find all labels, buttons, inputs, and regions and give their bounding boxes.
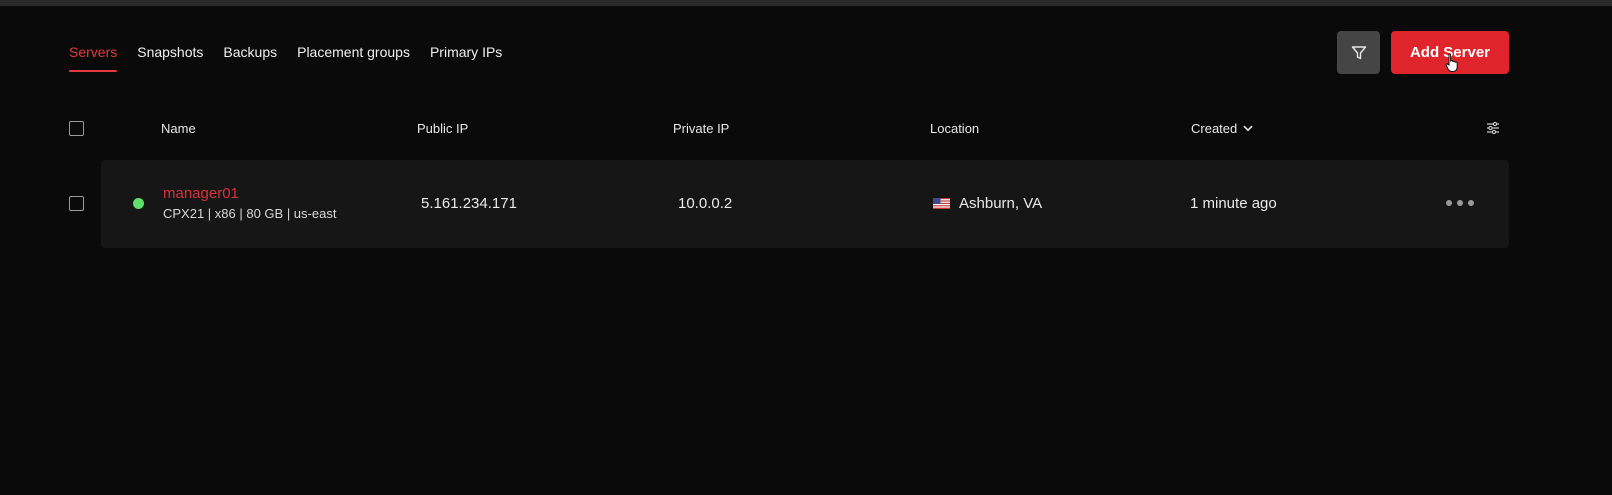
tab-servers[interactable]: Servers xyxy=(69,44,118,72)
table-row[interactable] xyxy=(101,160,1509,248)
public-ip-value: 5.161.234.171 xyxy=(421,195,517,212)
column-header-created[interactable]: Created xyxy=(1191,121,1253,136)
column-header-private-ip[interactable]: Private IP xyxy=(673,121,729,136)
location-value: Ashburn, VA xyxy=(959,195,1043,212)
more-actions-icon[interactable] xyxy=(1446,196,1476,210)
us-flag-icon xyxy=(933,198,950,209)
column-settings-icon[interactable] xyxy=(1486,121,1500,135)
filter-button[interactable] xyxy=(1337,31,1380,74)
top-bar xyxy=(0,0,1612,6)
server-name-link[interactable]: manager01 xyxy=(163,185,239,202)
select-all-checkbox[interactable] xyxy=(69,121,84,136)
hand-cursor-icon xyxy=(1445,53,1458,72)
column-header-name[interactable]: Name xyxy=(161,121,196,136)
tab-backups[interactable]: Backups xyxy=(223,44,277,72)
tab-primary-ips[interactable]: Primary IPs xyxy=(430,44,502,72)
filter-icon xyxy=(1351,45,1366,59)
column-header-public-ip[interactable]: Public IP xyxy=(417,121,468,136)
tab-snapshots[interactable]: Snapshots xyxy=(137,44,203,72)
tab-bar: Servers Snapshots Backups Placement grou… xyxy=(69,44,502,72)
status-indicator xyxy=(133,198,144,209)
row-checkbox[interactable] xyxy=(69,196,84,211)
created-value: 1 minute ago xyxy=(1190,195,1277,212)
tab-placement-groups[interactable]: Placement groups xyxy=(297,44,410,72)
location-cell: Ashburn, VA xyxy=(933,195,1042,212)
chevron-down-icon xyxy=(1243,125,1253,132)
private-ip-value: 10.0.0.2 xyxy=(678,195,733,212)
column-header-created-label: Created xyxy=(1191,121,1238,136)
server-spec: CPX21 | x86 | 80 GB | us-east xyxy=(163,206,337,221)
column-header-location[interactable]: Location xyxy=(930,121,979,136)
